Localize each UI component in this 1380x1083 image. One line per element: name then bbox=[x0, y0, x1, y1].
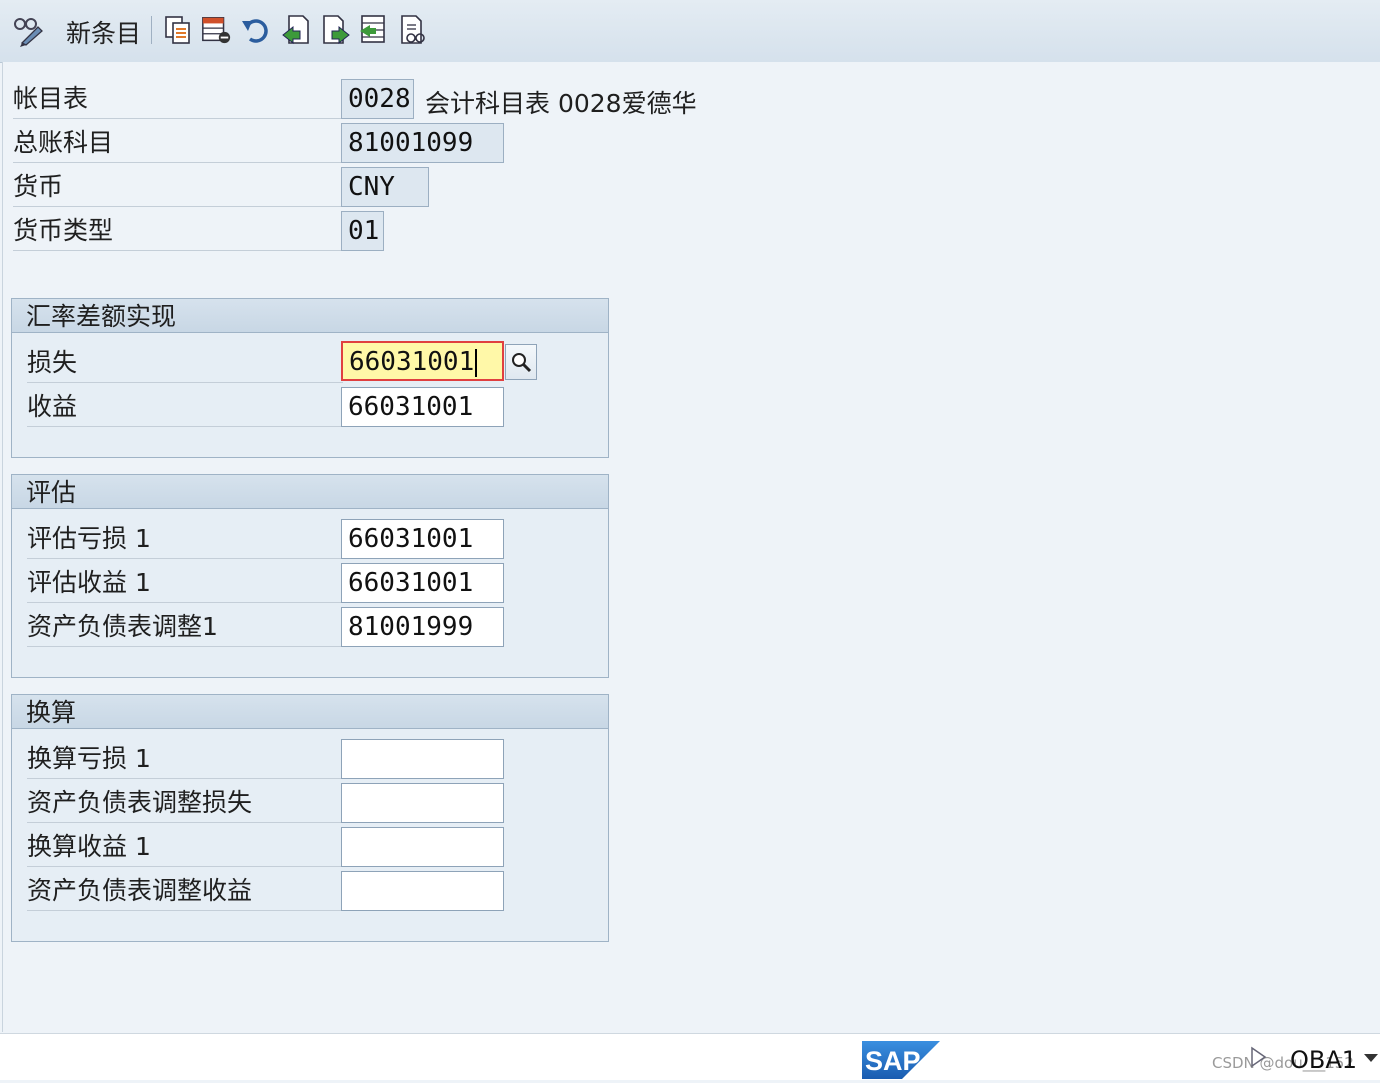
value-help-button[interactable] bbox=[505, 344, 537, 380]
bs-adjustment-gain-input[interactable] bbox=[341, 871, 504, 911]
translation-loss-label: 换算亏损 1 bbox=[27, 736, 343, 779]
valuation-loss-label: 评估亏损 1 bbox=[27, 516, 343, 559]
undo-icon[interactable] bbox=[240, 12, 272, 48]
new-entries-button[interactable]: 新条目 bbox=[66, 14, 141, 50]
search-icon bbox=[512, 353, 532, 373]
loss-input[interactable]: 66031001 bbox=[341, 341, 504, 381]
valuation-gain-input[interactable]: 66031001 bbox=[341, 563, 504, 603]
select-all-icon[interactable] bbox=[358, 12, 390, 48]
play-icon[interactable] bbox=[1250, 1046, 1268, 1072]
delete-icon[interactable] bbox=[200, 12, 232, 48]
bs-adjustment-loss-input[interactable] bbox=[341, 783, 504, 823]
gl-account-field: 81001099 bbox=[341, 123, 504, 163]
currency-type-label: 货币类型 bbox=[13, 208, 343, 251]
details-icon[interactable] bbox=[398, 12, 430, 48]
currency-label: 货币 bbox=[13, 164, 343, 207]
previous-entry-icon[interactable] bbox=[280, 12, 312, 48]
sap-logo-text: SAP bbox=[865, 1046, 921, 1076]
translation-loss-input[interactable] bbox=[341, 739, 504, 779]
sap-logo: SAP bbox=[862, 1041, 940, 1083]
gain-input[interactable]: 66031001 bbox=[341, 387, 504, 427]
application-toolbar: 新条目 bbox=[0, 0, 1380, 63]
valuation-gain-label: 评估收益 1 bbox=[27, 560, 343, 603]
copy-icon[interactable] bbox=[162, 12, 194, 48]
gain-label: 收益 bbox=[27, 384, 343, 427]
loss-label: 损失 bbox=[27, 340, 343, 383]
currency-type-field: 01 bbox=[341, 211, 384, 251]
work-area: 帐目表 0028 会计科目表 0028爱德华 总账科目 81001099 货币 … bbox=[2, 62, 1380, 1032]
next-entry-icon[interactable] bbox=[320, 12, 352, 48]
valuation-loss-input[interactable]: 66031001 bbox=[341, 519, 504, 559]
bs-adjustment-loss-label: 资产负债表调整损失 bbox=[27, 780, 343, 823]
chart-of-accounts-label: 帐目表 bbox=[13, 76, 343, 119]
group-title-translation: 换算 bbox=[12, 695, 608, 729]
bs-adjustment-gain-label: 资产负债表调整收益 bbox=[27, 868, 343, 911]
bs-adjustment-input[interactable]: 81001999 bbox=[341, 607, 504, 647]
loss-input-value: 66031001 bbox=[349, 347, 475, 377]
translation-gain-input[interactable] bbox=[341, 827, 504, 867]
status-bar: SAP CSDN @dou___152 OBA1 bbox=[0, 1033, 1380, 1080]
currency-field: CNY bbox=[341, 167, 429, 207]
chart-of-accounts-description: 会计科目表 0028爱德华 bbox=[425, 89, 697, 118]
toolbar-separator bbox=[151, 16, 152, 44]
text-cursor bbox=[475, 348, 478, 377]
bs-adjustment-label: 资产负债表调整1 bbox=[27, 604, 343, 647]
transaction-code: OBA1 bbox=[1290, 1046, 1358, 1074]
display-change-icon[interactable] bbox=[12, 12, 44, 48]
chevron-down-icon[interactable] bbox=[1364, 1054, 1378, 1062]
translation-gain-label: 换算收益 1 bbox=[27, 824, 343, 867]
group-title-realized: 汇率差额实现 bbox=[12, 299, 608, 333]
group-title-valuation: 评估 bbox=[12, 475, 608, 509]
gl-account-label: 总账科目 bbox=[13, 120, 343, 163]
chart-of-accounts-field: 0028 bbox=[341, 79, 414, 119]
